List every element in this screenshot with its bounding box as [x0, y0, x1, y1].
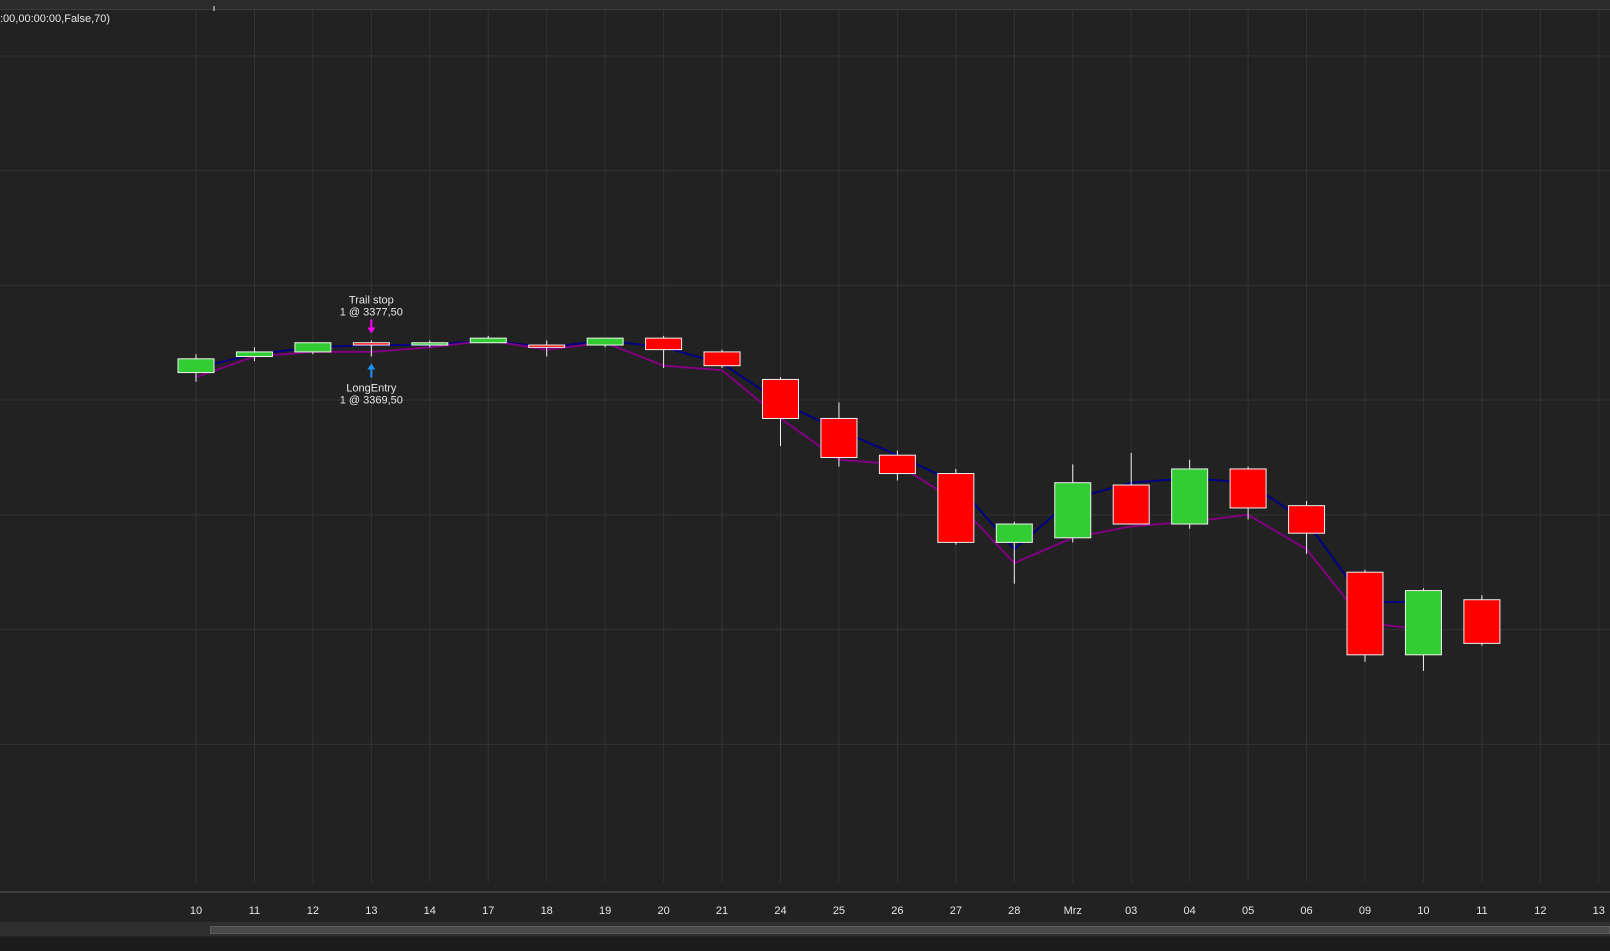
candle-body	[937, 473, 975, 543]
x-tick-label: 04	[1184, 905, 1196, 917]
candle-body	[1404, 590, 1442, 656]
x-tick-label: 21	[716, 905, 728, 917]
candle-body	[878, 454, 916, 475]
x-tick-label: 18	[541, 905, 553, 917]
candle-body	[995, 523, 1033, 543]
grid-lines	[0, 10, 1610, 882]
x-axis-labels: 10 11 12 13 14 17 18 19 20 21 24 25 26 27 28 Mrz 03 04 05 0…	[190, 905, 1605, 917]
scrollbar-thumb[interactable]	[210, 926, 1610, 934]
entry-label: LongEntry	[346, 383, 397, 395]
candle-body	[294, 342, 332, 353]
x-tick-label: 27	[950, 905, 962, 917]
x-tick-label: 13	[365, 905, 377, 917]
candle-body	[586, 337, 624, 346]
candlestick-chart: Trail stop1 @ 3377,50 LongEntry1 @ 3369,5…	[0, 10, 1610, 917]
candle-body	[645, 337, 683, 351]
candle-body	[1288, 505, 1326, 534]
x-tick-label: 10	[190, 905, 202, 917]
x-tick-label: 09	[1359, 905, 1371, 917]
candle-body	[411, 342, 449, 346]
horizontal-scrollbar[interactable]	[0, 922, 1610, 936]
x-tick-label: Mrz	[1064, 905, 1082, 917]
x-tick-label: 13	[1593, 905, 1605, 917]
exit-label: Trail stop	[349, 294, 394, 306]
x-tick-label: 14	[424, 905, 436, 917]
x-tick-label: 11	[249, 905, 260, 917]
x-tick-label: 28	[1008, 905, 1020, 917]
candle-body	[1112, 484, 1150, 525]
exit-detail: 1 @ 3377,50	[340, 306, 403, 318]
x-tick-label: 12	[307, 905, 319, 917]
x-tick-label: 06	[1300, 905, 1312, 917]
x-tick-label: 11	[1476, 905, 1487, 917]
x-tick-label: 17	[482, 905, 494, 917]
x-tick-label: 20	[657, 905, 669, 917]
candle-body	[528, 344, 566, 348]
candle-body	[1229, 468, 1267, 509]
candle-body	[1054, 482, 1092, 539]
x-tick-label: 03	[1125, 905, 1137, 917]
bottom-status-strip	[0, 937, 1610, 951]
candle-body	[177, 358, 215, 374]
x-tick-label: 12	[1534, 905, 1546, 917]
candle-body	[352, 342, 390, 346]
x-tick-label: 26	[891, 905, 903, 917]
x-tick-label: 10	[1417, 905, 1429, 917]
x-tick-label: 24	[774, 905, 786, 917]
candle-body	[469, 337, 507, 344]
candle-body	[703, 351, 741, 367]
candle-body	[1171, 468, 1209, 525]
candle-body	[762, 378, 799, 419]
exit-arrow-icon	[367, 327, 376, 334]
candle-body	[235, 351, 273, 358]
scrollbar-grip-icon[interactable]	[213, 6, 215, 11]
candle-body	[820, 417, 858, 458]
x-tick-label: 19	[599, 905, 611, 917]
entry-detail: 1 @ 3369,50	[340, 395, 403, 407]
x-tick-label: 05	[1242, 905, 1254, 917]
x-tick-label: 25	[833, 905, 845, 917]
candle-body	[1463, 599, 1501, 644]
candle-body	[1346, 571, 1384, 656]
